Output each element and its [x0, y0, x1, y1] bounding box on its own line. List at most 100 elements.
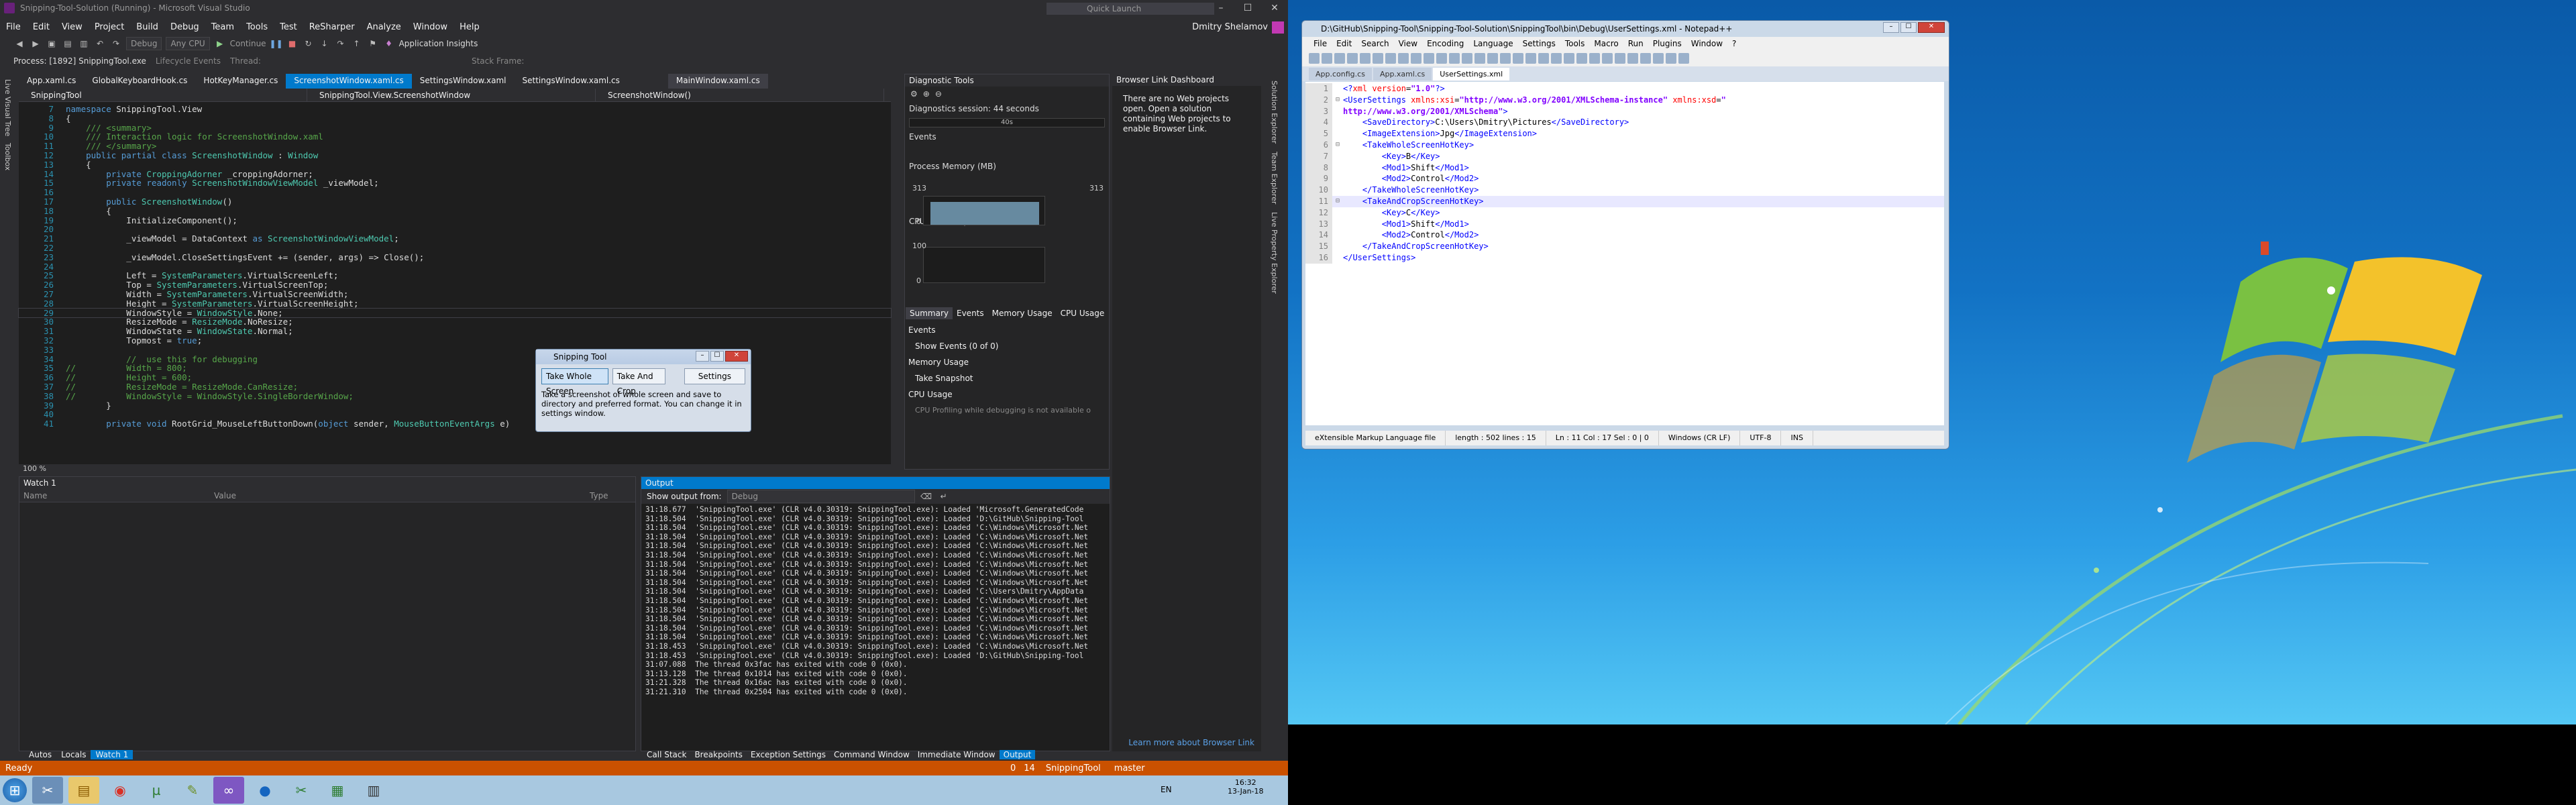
npp-tab-2[interactable]: UserSettings.xml	[1433, 67, 1510, 80]
npp-toolbar-icon[interactable]	[1500, 53, 1511, 64]
fold-marker-icon[interactable]: ⊟	[1332, 95, 1343, 106]
pause-icon[interactable]: ❚❚	[270, 38, 283, 50]
menu-item-edit[interactable]: Edit	[27, 20, 56, 35]
explorer-taskbar-icon[interactable]: ▤	[68, 777, 99, 804]
nav-member[interactable]: ScreenshotWindow()	[596, 88, 884, 102]
nav-project[interactable]: SnippingTool	[19, 88, 307, 102]
redo-icon[interactable]: ↷	[110, 38, 122, 50]
npp-toolbar-icon[interactable]	[1615, 53, 1625, 64]
menu-item-tools[interactable]: Tools	[240, 20, 274, 35]
npp-menu-item[interactable]: Plugins	[1648, 37, 1686, 50]
zoom-level[interactable]: 100 %	[19, 464, 891, 474]
menu-item-debug[interactable]: Debug	[164, 20, 205, 35]
npp-toolbar-icon[interactable]	[1666, 53, 1676, 64]
diag-tab-1[interactable]: Events	[953, 307, 988, 319]
npp-toolbar-icon[interactable]	[1309, 53, 1320, 64]
npp-toolbar-icon[interactable]	[1551, 53, 1562, 64]
menu-item-project[interactable]: Project	[89, 20, 130, 35]
npp-menu-item[interactable]: Window	[1686, 37, 1727, 50]
menu-item-build[interactable]: Build	[130, 20, 164, 35]
output-source-dropdown[interactable]: Debug	[727, 490, 915, 503]
diag-tab-0[interactable]: Summary	[906, 307, 953, 319]
bottom-tab-0[interactable]: Autos	[24, 750, 56, 759]
status-project[interactable]: SnippingTool	[1039, 763, 1108, 773]
maximize-button[interactable]: ☐	[1234, 0, 1261, 16]
npp-menu-item[interactable]: File	[1309, 37, 1332, 50]
menu-item-help[interactable]: Help	[453, 20, 486, 35]
restart-icon[interactable]: ↻	[303, 38, 315, 50]
npp-menu-item[interactable]: Search	[1356, 37, 1393, 50]
fold-marker-icon[interactable]	[1332, 173, 1343, 184]
language-indicator[interactable]: EN	[1161, 785, 1172, 794]
npp-toolbar-icon[interactable]	[1653, 53, 1664, 64]
snipping-taskbar-icon[interactable]: ✂	[286, 777, 317, 804]
npp-toolbar-icon[interactable]	[1513, 53, 1523, 64]
clock[interactable]: 16:32 13-Jan-18	[1228, 778, 1264, 796]
bookmark-icon[interactable]: ⚑	[367, 38, 379, 50]
npp-toolbar-icon[interactable]	[1436, 53, 1447, 64]
npp-toolbar-icon[interactable]	[1678, 53, 1689, 64]
stop-icon[interactable]: ■	[286, 38, 299, 50]
npp-toolbar-icon[interactable]	[1411, 53, 1421, 64]
minimize-button[interactable]: –	[1208, 0, 1234, 16]
fold-marker-icon[interactable]	[1332, 207, 1343, 219]
output-tab-2[interactable]: Exception Settings	[747, 750, 830, 759]
select-tools-icon[interactable]: ⚙	[910, 89, 918, 99]
show-events-button[interactable]: Show Events (0 of 0)	[908, 338, 1107, 354]
nav-class[interactable]: SnippingTool.View.ScreenshotWindow	[307, 88, 596, 102]
pin-taskbar-icon[interactable]: ●	[250, 777, 280, 804]
output-tab-1[interactable]: Breakpoints	[690, 750, 746, 759]
npp-toolbar-icon[interactable]	[1347, 53, 1358, 64]
diag-tab-3[interactable]: CPU Usage	[1057, 307, 1109, 319]
fold-marker-icon[interactable]	[1332, 83, 1343, 95]
npp-menu-item[interactable]: Encoding	[1422, 37, 1468, 50]
npp-toolbar-icon[interactable]	[1385, 53, 1396, 64]
npp-menu-item[interactable]: ?	[1727, 37, 1741, 50]
timeline-label[interactable]: 40s	[909, 118, 1105, 127]
utorrent-taskbar-icon[interactable]: µ	[141, 777, 172, 804]
npp-toolbar-icon[interactable]	[1640, 53, 1651, 64]
take-whole-screen-button[interactable]: Take Whole Screen	[541, 368, 608, 396]
notepadpp-taskbar-icon[interactable]: ✎	[177, 777, 208, 804]
open-icon[interactable]: ▤	[62, 38, 74, 50]
snip-close-button[interactable]: ✕	[725, 351, 748, 362]
npp-menu-item[interactable]: Settings	[1518, 37, 1560, 50]
npp-toolbar-icon[interactable]	[1424, 53, 1434, 64]
take-snapshot-button[interactable]: Take Snapshot	[908, 370, 1107, 386]
npp-menu-item[interactable]: View	[1394, 37, 1422, 50]
fold-marker-icon[interactable]	[1332, 184, 1343, 196]
live-visual-tree-tab[interactable]: Live Visual Tree	[3, 79, 12, 136]
npp-toolbar-icon[interactable]	[1525, 53, 1536, 64]
npp-toolbar-icon[interactable]	[1538, 53, 1549, 64]
npp-tab-1[interactable]: App.xaml.cs	[1373, 67, 1432, 80]
npp-toolbar-icon[interactable]	[1589, 53, 1600, 64]
npp-toolbar-icon[interactable]	[1449, 53, 1460, 64]
output-tab-4[interactable]: Immediate Window	[914, 750, 1000, 759]
output-tab-5[interactable]: Output	[999, 750, 1036, 759]
npp-toolbar-icon[interactable]	[1602, 53, 1613, 64]
diag-tab-2[interactable]: Memory Usage	[988, 307, 1057, 319]
browser-link-learn-more[interactable]: Learn more about Browser Link	[1128, 738, 1254, 747]
tab-4[interactable]: SettingsWindow.xaml	[411, 74, 515, 89]
step-out-icon[interactable]: ↑	[351, 38, 363, 50]
user-name[interactable]: Dmitry Shelamov	[1192, 20, 1268, 35]
fold-marker-icon[interactable]	[1332, 219, 1343, 230]
clear-output-icon[interactable]: ⌫	[920, 490, 932, 502]
npp-tab-0[interactable]: App.config.cs	[1309, 67, 1372, 80]
calculator-taskbar-icon[interactable]: ▥	[358, 777, 389, 804]
npp-toolbar-icon[interactable]	[1398, 53, 1409, 64]
npp-toolbar-icon[interactable]	[1373, 53, 1383, 64]
toolbox-tab[interactable]: Toolbox	[3, 143, 12, 170]
output-tab-0[interactable]: Call Stack	[643, 750, 690, 759]
save-icon[interactable]: ▥	[78, 38, 90, 50]
npp-close-button[interactable]: ✕	[1918, 22, 1945, 33]
npp-menu-item[interactable]: Macro	[1589, 37, 1623, 50]
tab-3[interactable]: ScreenshotWindow.xaml.cs	[286, 74, 412, 89]
tools-taskbar-icon[interactable]: ✂	[32, 777, 63, 804]
settings-button[interactable]: Settings	[684, 368, 745, 384]
close-button[interactable]: ✕	[1261, 0, 1288, 16]
npp-toolbar-icon[interactable]	[1576, 53, 1587, 64]
fold-marker-icon[interactable]	[1332, 241, 1343, 252]
menu-item-view[interactable]: View	[56, 20, 89, 35]
menu-item-file[interactable]: File	[0, 20, 27, 35]
